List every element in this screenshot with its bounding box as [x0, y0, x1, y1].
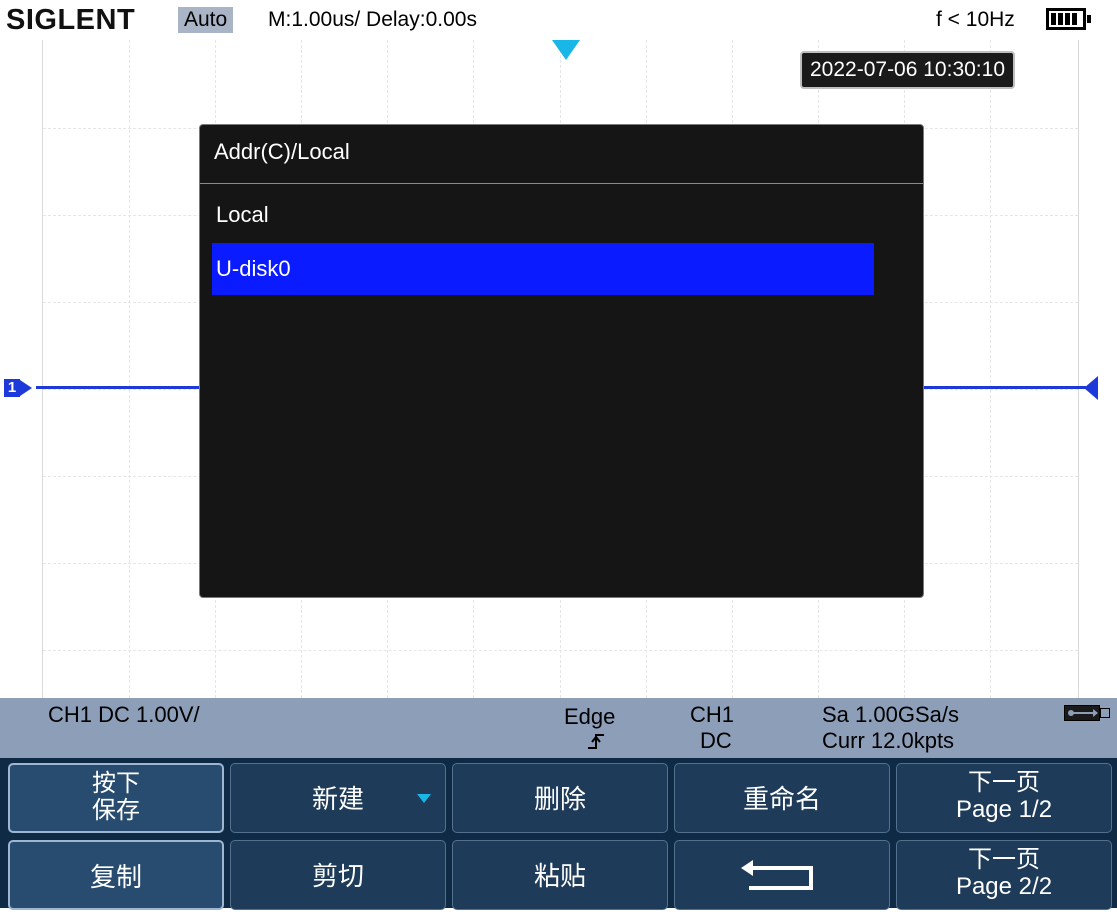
- trigger-level-marker[interactable]: [1084, 376, 1098, 400]
- rename-button[interactable]: 重命名: [674, 763, 890, 833]
- trigger-type: Edge: [564, 704, 616, 729]
- cut-button[interactable]: 剪切: [230, 840, 446, 910]
- address-dialog: Addr(C)/Local Local U-disk0: [199, 124, 924, 598]
- key-label: 复制: [89, 862, 142, 892]
- ch1-trace-left: [36, 386, 200, 389]
- paste-button[interactable]: 粘贴: [452, 840, 668, 910]
- next-page-button-1[interactable]: 下一页 Page 1/2: [896, 763, 1112, 833]
- list-item-udisk0[interactable]: U-disk0: [212, 243, 874, 295]
- key-label-bottom: 保存: [92, 797, 140, 824]
- ch1-marker-arrow-icon: [20, 380, 32, 396]
- key-label-top: 下一页: [968, 846, 1040, 873]
- frequency-counter: f < 10Hz: [936, 8, 1015, 31]
- key-label-bottom: Page 2/2: [955, 873, 1053, 900]
- usb-icon: [1064, 705, 1100, 721]
- key-label-bottom: Page 1/2: [955, 796, 1053, 823]
- battery-icon: [1046, 8, 1091, 30]
- ch1-setting[interactable]: CH1 DC 1.00V/: [48, 702, 200, 728]
- chevron-down-icon: [417, 794, 431, 803]
- ch1-marker-label: 1: [4, 379, 20, 397]
- trigger-coupling: DC: [700, 728, 732, 753]
- key-label: 粘贴: [533, 861, 586, 891]
- key-label: 剪切: [311, 861, 364, 891]
- key-label: 删除: [533, 784, 586, 814]
- key-label: 新建: [311, 784, 364, 814]
- datetime-display: 2022-07-06 10:30:10: [800, 51, 1015, 89]
- brand-logo: SIGLENT: [6, 4, 136, 36]
- return-arrow-icon: [741, 860, 813, 890]
- trigger-source: CH1: [690, 702, 735, 727]
- trigger-position-marker[interactable]: [552, 40, 580, 60]
- dialog-divider: [200, 183, 923, 184]
- timebase-readout: M:1.00us/ Delay:0.00s: [268, 8, 477, 31]
- ch1-offset-marker[interactable]: 1: [4, 377, 32, 399]
- list-item-local[interactable]: Local: [212, 189, 874, 241]
- key-label-top: 按下: [92, 770, 140, 797]
- key-label-top: 下一页: [968, 769, 1040, 796]
- memory-depth: Curr 12.0kpts: [822, 728, 955, 753]
- press-to-save-button[interactable]: 按下 保存: [8, 763, 224, 833]
- return-button[interactable]: [674, 840, 890, 910]
- dialog-title: Addr(C)/Local: [214, 139, 350, 164]
- ch1-trace-right: [924, 386, 1086, 389]
- rising-edge-icon: [588, 734, 604, 749]
- softkey-panel: 按下 保存 新建 删除 重命名 下一页 Page 1/2 复制 剪切 粘贴 下一…: [0, 758, 1117, 910]
- key-label: 重命名: [742, 784, 821, 814]
- trigger-mode-indicator: Auto: [178, 7, 234, 33]
- delete-button[interactable]: 删除: [452, 763, 668, 833]
- next-page-button-2[interactable]: 下一页 Page 2/2: [896, 840, 1112, 910]
- usb-plug-icon: [1100, 708, 1110, 718]
- new-button[interactable]: 新建: [230, 763, 446, 833]
- copy-button[interactable]: 复制: [8, 840, 224, 910]
- sample-rate: Sa 1.00GSa/s: [822, 702, 959, 727]
